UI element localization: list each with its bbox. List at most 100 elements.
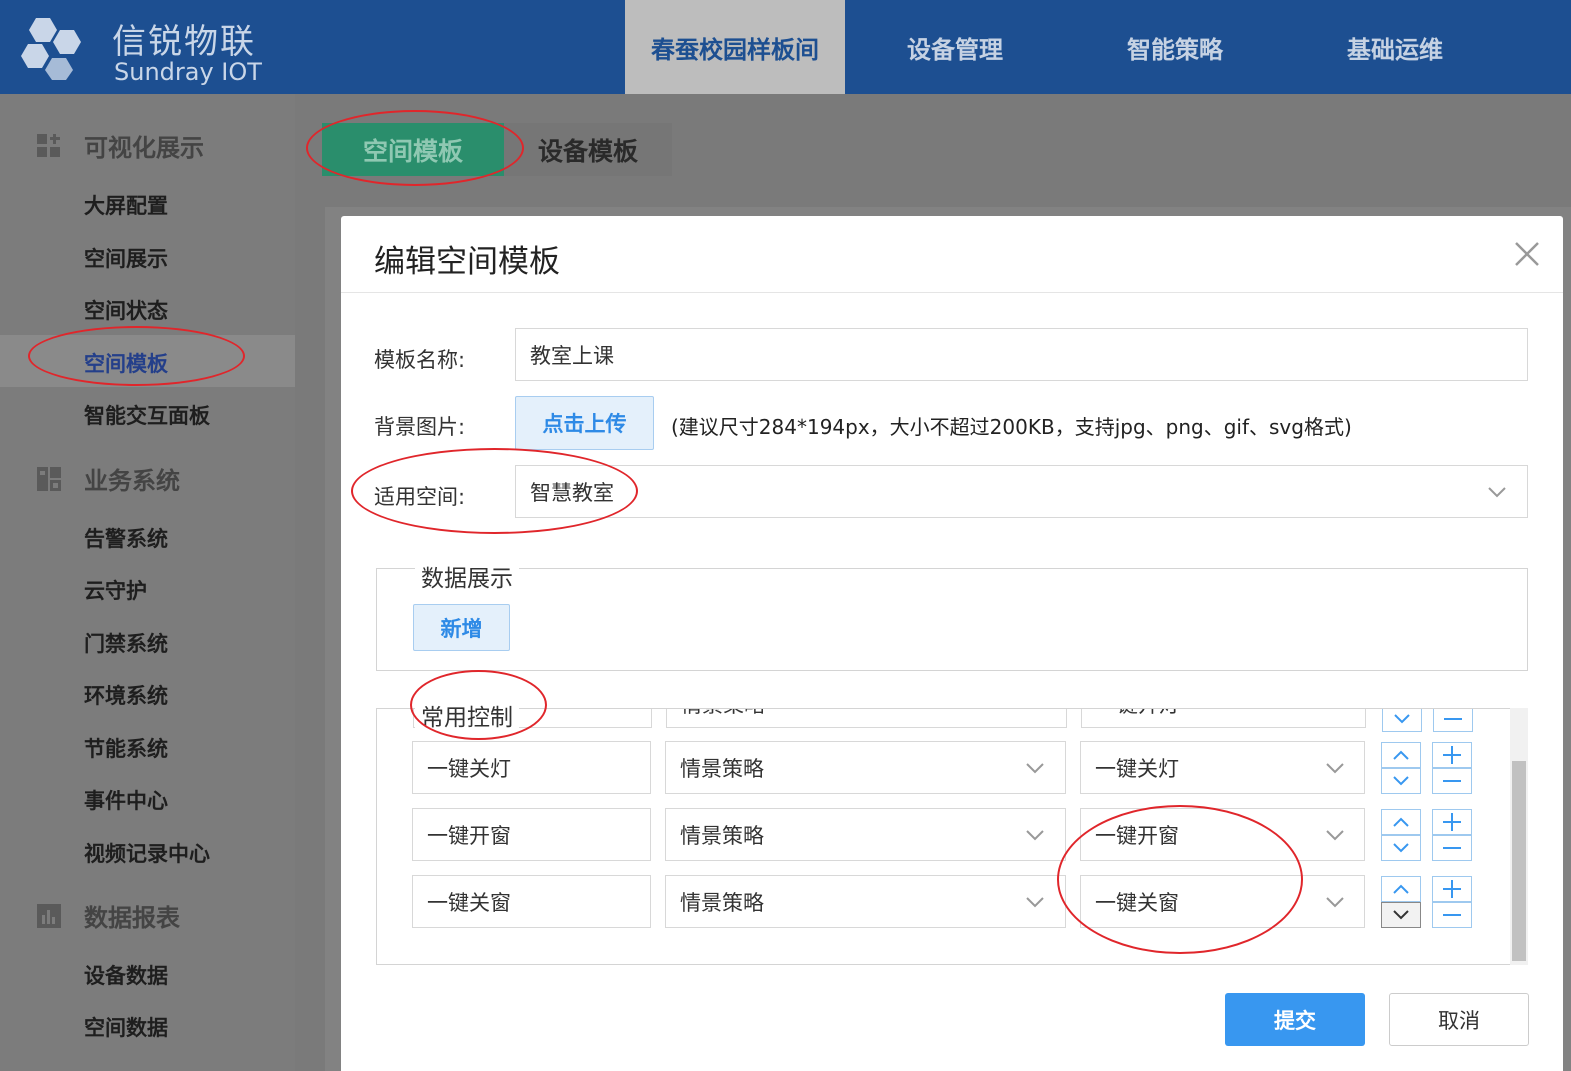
nav-basic-ops[interactable]: 基础运维 <box>1285 0 1505 94</box>
chevron-down-icon <box>1326 897 1344 908</box>
sidebar-item-video-record[interactable]: 视频记录中心 <box>84 838 210 868</box>
chevron-up-icon <box>1393 750 1409 760</box>
sidebar-group-label: 可视化展示 <box>84 134 204 162</box>
data-display-section <box>376 568 1528 671</box>
chevron-down-icon <box>1393 910 1409 920</box>
annotation-circle-sidebar <box>28 326 245 386</box>
sidebar-item-device-data[interactable]: 设备数据 <box>84 960 168 990</box>
nav-smart-strategy[interactable]: 智能策略 <box>1065 0 1285 94</box>
chevron-up-icon <box>1393 817 1409 827</box>
remove-row-button[interactable] <box>1432 835 1472 861</box>
business-icon <box>37 466 61 491</box>
background-image-label: 背景图片: <box>374 415 466 439</box>
minus-icon <box>1444 718 1462 720</box>
annotation-circle-space <box>351 448 638 534</box>
sidebar-item-space-display[interactable]: 空间展示 <box>84 243 168 273</box>
control-type-select[interactable]: 情景策略 <box>665 808 1066 861</box>
sidebar-item-space-status[interactable]: 空间状态 <box>84 295 168 325</box>
add-row-button[interactable] <box>1432 876 1472 902</box>
edit-space-template-dialog: 编辑空间模板 模板名称: 教室上课 背景图片: 点击上传 (建议尺寸284*19… <box>341 216 1563 1071</box>
chevron-down-icon <box>1326 763 1344 774</box>
sidebar-item-screen-config[interactable]: 大屏配置 <box>84 190 168 220</box>
upload-hint: (建议尺寸284*194px，大小不超过200KB，支持jpg、png、gif、… <box>671 415 1352 439</box>
control-name-input[interactable]: 一键关灯 <box>412 741 651 794</box>
report-icon <box>37 903 61 928</box>
annotation-circle-window <box>1057 805 1303 954</box>
upload-button[interactable]: 点击上传 <box>515 396 654 450</box>
tab-device-template[interactable]: 设备模板 <box>504 123 672 176</box>
move-up-button[interactable] <box>1381 876 1421 902</box>
chevron-up-icon <box>1393 884 1409 894</box>
scrollbar-thumb[interactable] <box>1512 761 1526 961</box>
plus-icon <box>1443 880 1461 898</box>
close-icon[interactable] <box>1513 240 1541 268</box>
nav-device-management[interactable]: 设备管理 <box>845 0 1065 94</box>
chevron-down-icon <box>1026 763 1044 774</box>
remove-row-button[interactable] <box>1432 768 1472 794</box>
edge-fragment <box>1562 566 1571 596</box>
move-up-button[interactable] <box>1381 742 1421 768</box>
add-row-button[interactable] <box>1432 809 1472 835</box>
data-display-legend: 数据展示 <box>415 559 519 593</box>
template-name-label: 模板名称: <box>374 348 466 372</box>
move-down-button[interactable] <box>1382 709 1422 732</box>
control-target-select[interactable]: 一键关灯 <box>1080 741 1365 794</box>
minus-icon <box>1443 914 1461 916</box>
chevron-down-icon <box>1326 830 1344 841</box>
sidebar-group-visualization[interactable]: 可视化展示 <box>36 128 204 163</box>
sidebar-item-environment[interactable]: 环境系统 <box>84 680 168 710</box>
template-name-input[interactable]: 教室上课 <box>515 328 1528 381</box>
dialog-title: 编辑空间模板 <box>374 244 560 280</box>
chevron-down-icon <box>1393 776 1409 786</box>
sidebar-item-cloud-guard[interactable]: 云守护 <box>84 575 147 605</box>
move-down-button[interactable] <box>1381 835 1421 861</box>
sidebar-item-space-data[interactable]: 空间数据 <box>84 1012 168 1042</box>
sidebar-group-label: 数据报表 <box>84 904 180 932</box>
move-up-button[interactable] <box>1381 809 1421 835</box>
top-nav: 春蚕校园样板间 设备管理 智能策略 基础运维 <box>625 0 1505 94</box>
sidebar-group-label: 业务系统 <box>84 467 180 495</box>
top-header: 信锐物联 Sundray IOT 春蚕校园样板间 设备管理 智能策略 基础运维 <box>0 0 1571 94</box>
submit-button[interactable]: 提交 <box>1225 993 1365 1046</box>
minus-icon <box>1443 780 1461 782</box>
logo: 信锐物联 Sundray IOT <box>14 8 274 88</box>
hexagon-logo-icon <box>21 18 81 80</box>
control-name-input[interactable]: 一键开窗 <box>412 808 651 861</box>
annotation-circle-control <box>410 670 547 740</box>
sidebar-item-energy[interactable]: 节能系统 <box>84 733 168 763</box>
plus-icon <box>1443 746 1461 764</box>
sidebar-item-alarm[interactable]: 告警系统 <box>84 523 168 553</box>
sidebar-group-reports[interactable]: 数据报表 <box>36 898 180 933</box>
move-down-button[interactable] <box>1381 768 1421 794</box>
chevron-down-icon <box>1393 843 1409 853</box>
sidebar-item-smart-panel[interactable]: 智能交互面板 <box>84 400 210 430</box>
control-target-select[interactable]: 一键开灯 <box>1081 709 1366 728</box>
sidebar: 可视化展示 大屏配置 空间展示 空间状态 空间模板 智能交互面板 业务系统 告警… <box>0 94 295 1071</box>
move-down-button[interactable] <box>1381 902 1421 928</box>
sidebar-item-access-control[interactable]: 门禁系统 <box>84 628 168 658</box>
add-data-button[interactable]: 新增 <box>413 604 510 651</box>
control-type-select[interactable]: 情景策略 <box>666 709 1067 728</box>
cancel-button[interactable]: 取消 <box>1389 993 1529 1046</box>
logo-title: 信锐物联 <box>112 22 256 62</box>
nav-campus-showroom[interactable]: 春蚕校园样板间 <box>625 0 845 94</box>
dashboard-icon <box>37 133 60 157</box>
remove-row-button[interactable] <box>1432 902 1472 928</box>
control-type-select[interactable]: 情景策略 <box>665 875 1066 928</box>
sidebar-group-business[interactable]: 业务系统 <box>36 461 180 496</box>
plus-icon <box>1443 813 1461 831</box>
minus-icon <box>1443 847 1461 849</box>
sidebar-item-event-center[interactable]: 事件中心 <box>84 785 168 815</box>
control-name-input[interactable]: 一键关窗 <box>412 875 651 928</box>
chevron-down-icon <box>1488 487 1506 498</box>
logo-subtitle: Sundray IOT <box>114 58 262 86</box>
chevron-down-icon <box>1394 714 1410 724</box>
annotation-circle-tab <box>306 110 524 186</box>
control-type-select[interactable]: 情景策略 <box>665 741 1066 794</box>
dialog-header: 编辑空间模板 <box>341 216 1563 293</box>
chevron-down-icon <box>1026 897 1044 908</box>
applicable-space-select[interactable]: 智慧教室 <box>515 465 1528 518</box>
add-row-button[interactable] <box>1432 742 1472 768</box>
chevron-down-icon <box>1026 830 1044 841</box>
remove-row-button[interactable] <box>1433 709 1473 732</box>
